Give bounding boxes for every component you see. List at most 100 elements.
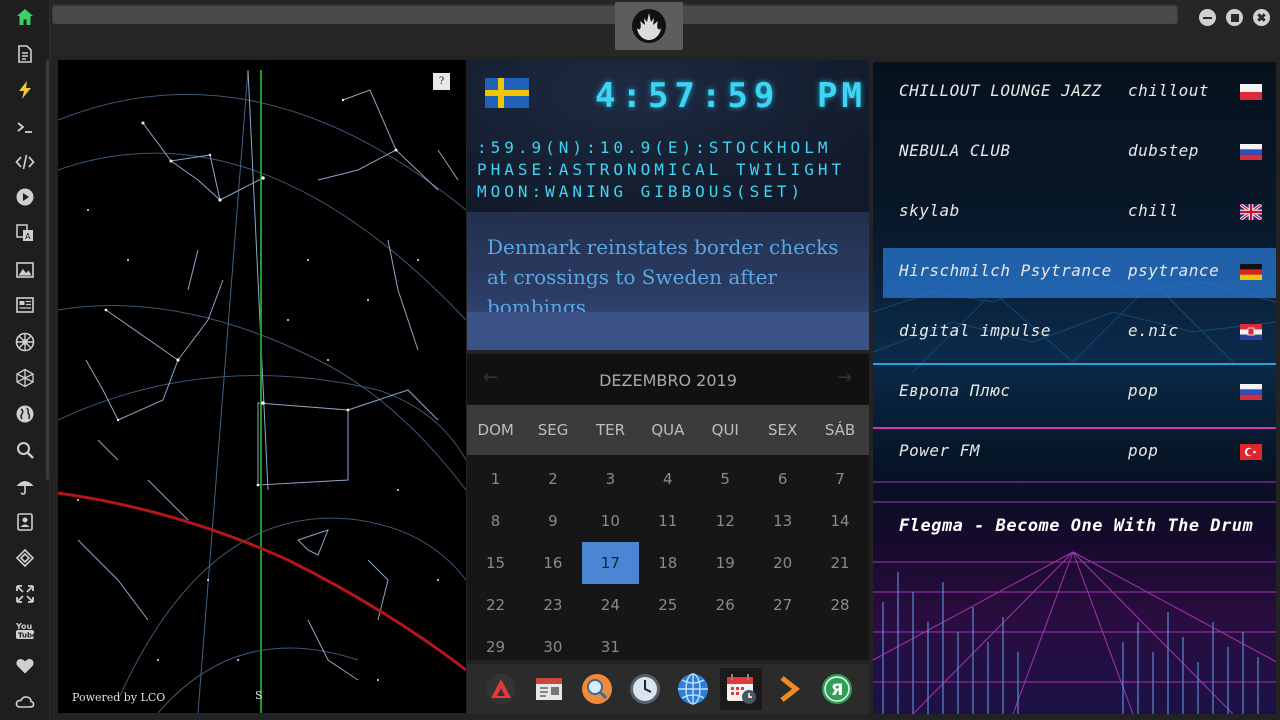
rebel-alliance-icon [632,9,666,43]
station-row[interactable]: digital impulse e.nic [883,308,1276,358]
terminal-icon[interactable] [13,115,37,139]
moon-phase: MOON:WANING GIBBOUS(SET) [477,182,805,201]
calendar-day[interactable]: 13 [754,500,811,542]
weekday-label: QUA [651,421,685,439]
polyhedron-icon[interactable] [13,366,37,390]
weekday-label: TER [595,421,625,439]
station-row[interactable]: skylab chill [883,188,1276,238]
news-icon[interactable] [13,293,37,317]
lightning-icon[interactable] [13,78,37,102]
russia-flag-icon [1240,384,1262,400]
station-row[interactable]: Европа Плюс pop [883,368,1276,418]
empire-icon[interactable] [13,330,37,354]
calendar-day[interactable]: 22 [467,584,524,626]
minimize-icon[interactable] [1199,9,1216,26]
calendar-day[interactable]: 21 [812,542,869,584]
calendar-day[interactable]: 3 [582,458,639,500]
codepen-icon[interactable] [13,546,37,570]
russia-flag-icon [1240,144,1262,160]
calendar-day[interactable]: 23 [524,584,581,626]
umbrella-icon[interactable] [13,474,37,498]
magnifier-icon[interactable] [576,668,618,710]
image-icon[interactable] [13,258,37,282]
south-direction-label: S [255,689,263,702]
title-bar [50,0,1280,56]
calendar-doc-icon[interactable] [528,668,570,710]
station-row[interactable]: CHILLOUT LOUNGE JAZZ chillout [883,68,1276,118]
calendar-day[interactable]: 28 [812,584,869,626]
calendar-day[interactable]: 10 [582,500,639,542]
clock-footer [467,312,869,350]
calendar-day[interactable]: 7 [812,458,869,500]
globe-icon[interactable] [672,668,714,710]
calendar-day[interactable]: 25 [639,584,696,626]
clock-ampm: PM [817,76,866,116]
calendar-day[interactable]: 16 [524,542,581,584]
calendar-day-selected[interactable]: 17 [581,542,639,584]
calendar-day[interactable]: 6 [754,458,811,500]
calendar-day[interactable]: 4 [639,458,696,500]
station-name: skylab [899,201,960,220]
clock-time: 4:57:59 [595,76,781,116]
powered-by-label[interactable]: Powered by LCO [72,691,165,704]
calendar-day[interactable]: 19 [697,542,754,584]
station-row[interactable]: Hirschmilch Psytrance psytrance [883,248,1276,298]
poland-flag-icon [1240,84,1262,100]
contact-icon[interactable] [13,510,37,534]
news-headline[interactable]: Denmark reinstates border checks at cros… [487,232,857,322]
code-icon[interactable] [13,150,37,174]
document-icon[interactable] [13,42,37,66]
station-row[interactable]: NEBULA CLUB dubstep [883,128,1276,178]
calendar-day[interactable]: 5 [697,458,754,500]
calendar-day[interactable]: 31 [582,626,639,668]
globe-icon[interactable] [13,402,37,426]
calendar-day[interactable]: 1 [467,458,524,500]
calendar-clock-icon[interactable] [720,668,762,710]
fullscreen-icon[interactable] [13,582,37,606]
turkey-flag-icon [1240,444,1262,460]
close-icon[interactable] [1253,9,1270,26]
desktop-app: A You Tube ? S Powered by LCO 4:57:59 PM… [0,0,1280,720]
calendar-day[interactable]: 24 [582,584,639,626]
arch-app-icon[interactable] [480,668,522,710]
calendar-day[interactable]: 11 [639,500,696,542]
calendar-day[interactable]: 2 [524,458,581,500]
location-coordinates: :59.9(N):10.9(E):STOCKHOLM [477,138,832,157]
calendar-day[interactable]: 9 [524,500,581,542]
home-icon[interactable] [13,5,37,29]
calendar-day[interactable]: 12 [697,500,754,542]
station-name: Hirschmilch Psytrance [899,261,1112,280]
yandex-icon[interactable]: Я [816,668,858,710]
calendar-day[interactable]: 20 [754,542,811,584]
sidebar: A You Tube [0,0,50,720]
calendar-day[interactable]: 26 [697,584,754,626]
cloud-icon[interactable] [13,690,37,714]
translate-icon[interactable]: A [13,221,37,245]
play-icon[interactable] [13,185,37,209]
sweden-flag-icon [485,78,529,108]
emblem-tab[interactable] [615,2,683,50]
sidebar-scrollbar[interactable] [46,60,49,480]
forward-arrow-icon[interactable] [768,668,810,710]
svg-text:You: You [15,622,33,631]
calendar-day[interactable]: 18 [639,542,696,584]
station-name: CHILLOUT LOUNGE JAZZ [899,81,1102,100]
next-month-button[interactable]: → [837,367,852,388]
help-button[interactable]: ? [433,73,450,90]
station-row[interactable]: Power FM pop [883,428,1276,478]
maximize-icon[interactable] [1226,9,1243,26]
calendar-header: ← DEZEMBRO 2019 → [467,354,869,404]
calendar-day[interactable]: 14 [812,500,869,542]
clock-icon[interactable] [624,668,666,710]
calendar-day[interactable]: 30 [524,626,581,668]
youtube-icon[interactable]: You Tube [13,618,37,642]
sky-map[interactable]: ? S Powered by LCO [58,60,466,713]
calendar-day[interactable]: 8 [467,500,524,542]
station-name: Power FM [899,441,981,460]
station-genre: dubstep [1128,141,1199,160]
heart-icon[interactable] [13,654,37,678]
calendar-day[interactable]: 27 [754,584,811,626]
calendar-day[interactable]: 15 [467,542,524,584]
search-icon[interactable] [13,438,37,462]
calendar-day[interactable]: 29 [467,626,524,668]
